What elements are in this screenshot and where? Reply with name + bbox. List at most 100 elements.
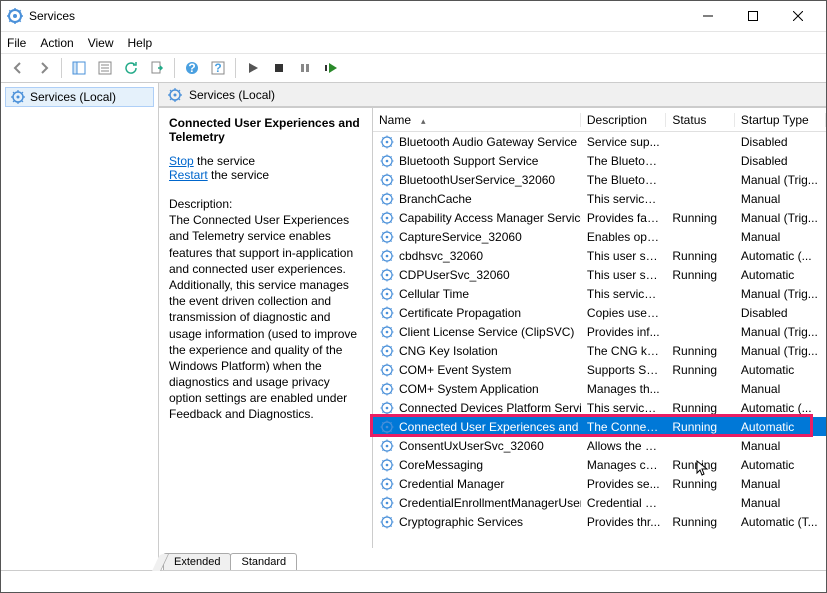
cell-startup: Manual bbox=[735, 230, 826, 244]
detail-title: Connected User Experiences and Telemetry bbox=[169, 116, 362, 144]
detail-pane: Connected User Experiences and Telemetry… bbox=[159, 108, 373, 548]
cell-description: Provides se... bbox=[581, 477, 666, 491]
stop-button[interactable] bbox=[268, 57, 290, 79]
cell-status: Running bbox=[666, 458, 735, 472]
refresh-button[interactable] bbox=[120, 57, 142, 79]
show-hide-tree-button[interactable] bbox=[68, 57, 90, 79]
cell-name: COM+ Event System bbox=[373, 362, 581, 378]
menu-action[interactable]: Action bbox=[40, 36, 73, 50]
cell-startup: Automatic (... bbox=[735, 401, 826, 415]
table-row[interactable]: BluetoothUserService_32060The Bluetoo...… bbox=[373, 170, 826, 189]
minimize-button[interactable] bbox=[685, 2, 730, 30]
cell-name: COM+ System Application bbox=[373, 381, 581, 397]
table-row[interactable]: CDPUserSvc_32060This user ser...RunningA… bbox=[373, 265, 826, 284]
list-body[interactable]: Bluetooth Audio Gateway ServiceService s… bbox=[373, 132, 826, 548]
table-row[interactable]: cbdhsvc_32060This user ser...RunningAuto… bbox=[373, 246, 826, 265]
menu-file[interactable]: File bbox=[7, 36, 26, 50]
cell-startup: Manual bbox=[735, 477, 826, 491]
cell-startup: Automatic (T... bbox=[735, 515, 826, 529]
main-header: Services (Local) bbox=[159, 83, 826, 107]
cell-startup: Manual (Trig... bbox=[735, 287, 826, 301]
service-icon bbox=[379, 267, 395, 283]
service-icon bbox=[379, 210, 395, 226]
col-header-status[interactable]: Status bbox=[666, 113, 735, 127]
stop-service-link[interactable]: Stop bbox=[169, 154, 194, 168]
table-row[interactable]: Connected Devices Platform ServiceThis s… bbox=[373, 398, 826, 417]
pause-button[interactable] bbox=[294, 57, 316, 79]
svg-text:?: ? bbox=[214, 61, 221, 75]
cell-description: Provides fac... bbox=[581, 211, 666, 225]
cell-description: This service ... bbox=[581, 287, 666, 301]
table-row[interactable]: Cellular TimeThis service ...Manual (Tri… bbox=[373, 284, 826, 303]
maximize-button[interactable] bbox=[730, 2, 775, 30]
service-icon bbox=[379, 286, 395, 302]
cell-status: Running bbox=[666, 515, 735, 529]
cell-startup: Disabled bbox=[735, 135, 826, 149]
cell-description: The Connec... bbox=[581, 420, 666, 434]
help2-button[interactable]: ? bbox=[207, 57, 229, 79]
cell-name: CredentialEnrollmentManagerUserSv... bbox=[373, 495, 581, 511]
table-row[interactable]: COM+ System ApplicationManages th...Manu… bbox=[373, 379, 826, 398]
help-button[interactable]: ? bbox=[181, 57, 203, 79]
table-row[interactable]: CNG Key IsolationThe CNG ke...RunningMan… bbox=[373, 341, 826, 360]
cell-description: The Bluetoo... bbox=[581, 154, 666, 168]
table-row[interactable]: CaptureService_32060Enables opti...Manua… bbox=[373, 227, 826, 246]
col-header-name[interactable]: Name▴ bbox=[373, 113, 581, 127]
properties-button[interactable] bbox=[94, 57, 116, 79]
toolbar: ? ? bbox=[1, 53, 826, 83]
menu-view[interactable]: View bbox=[88, 36, 114, 50]
cell-name: Connected Devices Platform Service bbox=[373, 400, 581, 416]
close-button[interactable] bbox=[775, 2, 820, 30]
restart-button[interactable] bbox=[320, 57, 342, 79]
forward-button[interactable] bbox=[33, 57, 55, 79]
export-button[interactable] bbox=[146, 57, 168, 79]
service-icon bbox=[379, 400, 395, 416]
tree-item-services-local[interactable]: Services (Local) bbox=[5, 87, 154, 107]
table-row[interactable]: BranchCacheThis service ...Manual bbox=[373, 189, 826, 208]
restart-suffix: the service bbox=[208, 168, 269, 182]
col-header-description[interactable]: Description bbox=[581, 113, 666, 127]
app-icon bbox=[7, 8, 23, 24]
service-icon bbox=[379, 362, 395, 378]
cell-name: cbdhsvc_32060 bbox=[373, 248, 581, 264]
col-header-startup[interactable]: Startup Type bbox=[735, 113, 826, 127]
table-row[interactable]: CoreMessagingManages co...RunningAutomat… bbox=[373, 455, 826, 474]
cell-description: This service ... bbox=[581, 192, 666, 206]
cell-description: This service ... bbox=[581, 401, 666, 415]
tab-extended[interactable]: Extended bbox=[163, 553, 231, 570]
cell-name: Bluetooth Audio Gateway Service bbox=[373, 134, 581, 150]
tree-item-label: Services (Local) bbox=[30, 90, 116, 104]
stop-suffix: the service bbox=[194, 154, 255, 168]
play-button[interactable] bbox=[242, 57, 264, 79]
services-icon bbox=[167, 87, 183, 103]
cell-startup: Disabled bbox=[735, 154, 826, 168]
tabs: Extended Standard bbox=[159, 548, 826, 570]
table-row[interactable]: Connected User Experiences and Tele...Th… bbox=[373, 417, 826, 436]
table-row[interactable]: Bluetooth Support ServiceThe Bluetoo...D… bbox=[373, 151, 826, 170]
table-row[interactable]: Bluetooth Audio Gateway ServiceService s… bbox=[373, 132, 826, 151]
cell-description: Credential E... bbox=[581, 496, 666, 510]
menu-help[interactable]: Help bbox=[128, 36, 153, 50]
table-row[interactable]: Capability Access Manager ServiceProvide… bbox=[373, 208, 826, 227]
table-row[interactable]: Certificate PropagationCopies user ...Di… bbox=[373, 303, 826, 322]
service-icon bbox=[379, 438, 395, 454]
table-row[interactable]: Credential ManagerProvides se...RunningM… bbox=[373, 474, 826, 493]
table-row[interactable]: CredentialEnrollmentManagerUserSv...Cred… bbox=[373, 493, 826, 512]
cell-status: Running bbox=[666, 477, 735, 491]
cell-startup: Manual bbox=[735, 192, 826, 206]
table-row[interactable]: Cryptographic ServicesProvides thr...Run… bbox=[373, 512, 826, 531]
desc-text: The Connected User Experiences and Telem… bbox=[169, 212, 362, 422]
table-row[interactable]: ConsentUxUserSvc_32060Allows the s...Man… bbox=[373, 436, 826, 455]
cell-status: Running bbox=[666, 268, 735, 282]
cell-description: The CNG ke... bbox=[581, 344, 666, 358]
restart-service-link[interactable]: Restart bbox=[169, 168, 208, 182]
cell-name: Client License Service (ClipSVC) bbox=[373, 324, 581, 340]
cell-name: CaptureService_32060 bbox=[373, 229, 581, 245]
service-icon bbox=[379, 134, 395, 150]
table-row[interactable]: Client License Service (ClipSVC)Provides… bbox=[373, 322, 826, 341]
service-list: Name▴ Description Status Startup Type Bl… bbox=[373, 108, 826, 548]
table-row[interactable]: COM+ Event SystemSupports Sy...RunningAu… bbox=[373, 360, 826, 379]
back-button[interactable] bbox=[7, 57, 29, 79]
cell-description: Copies user ... bbox=[581, 306, 666, 320]
tab-standard[interactable]: Standard bbox=[230, 553, 297, 570]
